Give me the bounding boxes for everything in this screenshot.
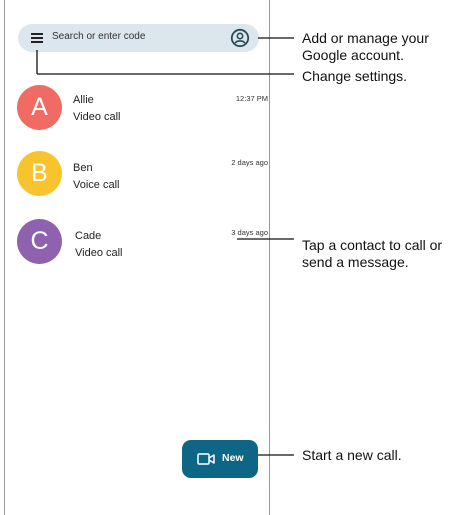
- callout-new-call: Start a new call.: [302, 447, 402, 463]
- callout-contact: Tap a contact to call or send a message.: [302, 237, 443, 270]
- callout-settings: Change settings.: [302, 68, 408, 84]
- callout-account: Add or manage your Google account.: [302, 30, 429, 63]
